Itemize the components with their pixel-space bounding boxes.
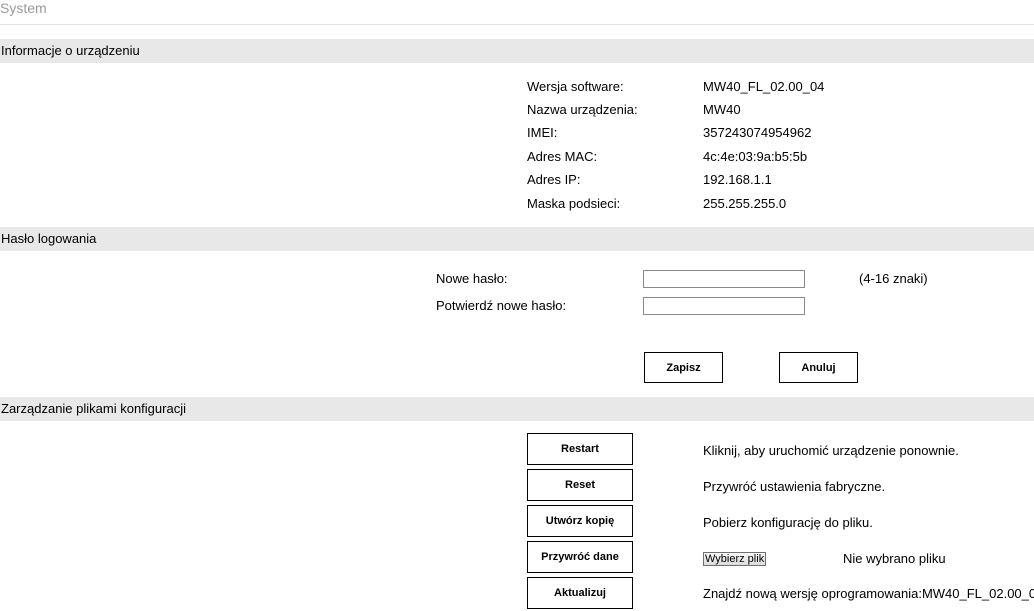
reset-description: Przywróć ustawienia fabryczne. bbox=[703, 479, 886, 494]
new-password-input[interactable] bbox=[643, 270, 805, 288]
password-heading: Hasło logowania bbox=[0, 227, 1034, 251]
confirm-password-input[interactable] bbox=[643, 297, 805, 315]
new-password-label: Nowe hasło: bbox=[436, 271, 508, 286]
ip-address-label: Adres IP: bbox=[527, 172, 581, 187]
backup-description: Pobierz konfigurację do pliku. bbox=[703, 515, 873, 530]
ip-address-value: 192.168.1.1 bbox=[703, 172, 772, 187]
title-divider bbox=[0, 24, 1034, 25]
page-title: System bbox=[0, 0, 47, 16]
password-length-hint: (4-16 znaki) bbox=[859, 271, 928, 286]
config-heading: Zarządzanie plikami konfiguracji bbox=[0, 397, 1034, 421]
device-info-heading: Informacje o urządzeniu bbox=[0, 39, 1034, 63]
software-version-value: MW40_FL_02.00_04 bbox=[703, 79, 825, 94]
device-name-value: MW40 bbox=[703, 102, 741, 117]
confirm-password-label: Potwierdź nowe hasło: bbox=[436, 298, 567, 313]
choose-file-button[interactable]: Wybierz plik bbox=[703, 552, 767, 566]
subnet-mask-value: 255.255.255.0 bbox=[703, 196, 787, 211]
imei-label: IMEI: bbox=[527, 125, 558, 140]
update-button[interactable]: Aktualizuj bbox=[527, 577, 633, 609]
subnet-mask-label: Maska podsieci: bbox=[527, 196, 621, 211]
software-version-label: Wersja software: bbox=[527, 79, 624, 94]
imei-value: 357243074954962 bbox=[703, 125, 812, 140]
update-description: Znajdź nową wersję oprogramowania:MW40_F… bbox=[703, 586, 1034, 601]
mac-address-value: 4c:4e:03:9a:b5:5b bbox=[703, 149, 808, 164]
restore-button[interactable]: Przywróć dane bbox=[527, 541, 633, 573]
restart-description: Kliknij, aby uruchomić urządzenie ponown… bbox=[703, 443, 959, 458]
no-file-selected-text: Nie wybrano pliku bbox=[843, 551, 946, 566]
device-name-label: Nazwa urządzenia: bbox=[527, 102, 638, 117]
backup-button[interactable]: Utwórz kopię bbox=[527, 505, 633, 537]
mac-address-label: Adres MAC: bbox=[527, 149, 598, 164]
restart-button[interactable]: Restart bbox=[527, 433, 633, 465]
reset-button[interactable]: Reset bbox=[527, 469, 633, 501]
save-button[interactable]: Zapisz bbox=[644, 352, 723, 383]
cancel-button[interactable]: Anuluj bbox=[779, 352, 858, 383]
